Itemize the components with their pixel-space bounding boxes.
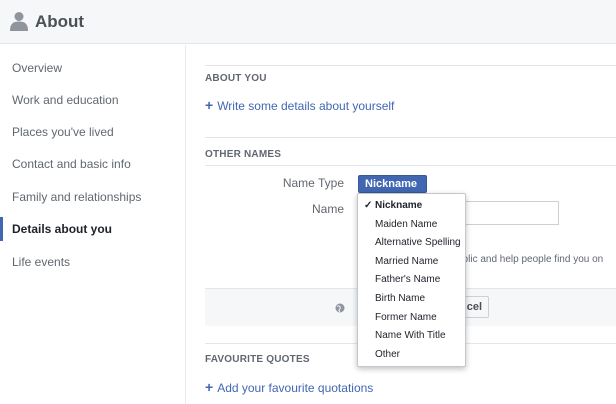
sidebar-item-life-events[interactable]: Life events [0, 250, 185, 274]
sidebar-item-overview[interactable]: Overview [0, 56, 185, 80]
checkmark-icon: ✓ [364, 200, 373, 211]
page-title: About [35, 12, 85, 31]
add-details-label: Write some details about yourself [217, 99, 395, 113]
menu-item-alternative-spelling[interactable]: Alternative Spelling [358, 234, 465, 253]
add-details-link[interactable]: + Write some details about yourself [205, 97, 394, 113]
section-divider [205, 137, 616, 138]
menu-item-married-name[interactable]: Married Name [358, 253, 465, 272]
page-header: About [0, 0, 616, 44]
menu-item-nickname[interactable]: ✓ Nickname [358, 197, 465, 216]
sidebar-item-contact-info[interactable]: Contact and basic info [0, 152, 185, 176]
menu-item-name-with-title[interactable]: Name With Title [358, 327, 465, 346]
section-divider [205, 65, 616, 66]
menu-item-fathers-name[interactable]: Father's Name [358, 271, 465, 290]
sidebar-item-family-relationships[interactable]: Family and relationships [0, 185, 185, 209]
name-type-label: Name Type [282, 176, 344, 190]
name-type-dropdown-button[interactable]: Nickname [358, 175, 427, 201]
section-title-about-you: ABOUT YOU [205, 73, 267, 84]
name-type-menu: ✓ Nickname Maiden Name Alternative Spelli… [357, 193, 466, 367]
menu-item-label: Nickname [375, 200, 423, 211]
globe-icon[interactable] [335, 303, 345, 313]
section-divider [205, 165, 616, 166]
sidebar-item-details-about-you[interactable]: Details about you [0, 217, 185, 241]
sidebar-item-places-lived[interactable]: Places you've lived [0, 120, 185, 144]
name-label: Name [311, 202, 344, 216]
menu-item-maiden-name[interactable]: Maiden Name [358, 216, 465, 235]
about-sidebar: Overview Work and education Places you'v… [0, 45, 186, 404]
plus-icon: + [205, 379, 214, 395]
plus-icon: + [205, 97, 214, 113]
person-icon [10, 12, 28, 31]
add-quotations-label: Add your favourite quotations [217, 381, 374, 395]
section-title-other-names: OTHER NAMES [205, 149, 282, 160]
menu-item-other[interactable]: Other [358, 346, 465, 365]
sidebar-item-work-and-education[interactable]: Work and education [0, 88, 185, 112]
add-quotations-link[interactable]: + Add your favourite quotations [205, 379, 373, 395]
section-title-favourite-quotes: FAVOURITE QUOTES [205, 354, 310, 365]
name-help-text: ublic and help people find you on [457, 254, 604, 265]
menu-item-birth-name[interactable]: Birth Name [358, 290, 465, 309]
name-type-value: Nickname [365, 178, 417, 190]
menu-item-former-name[interactable]: Former Name [358, 309, 465, 328]
